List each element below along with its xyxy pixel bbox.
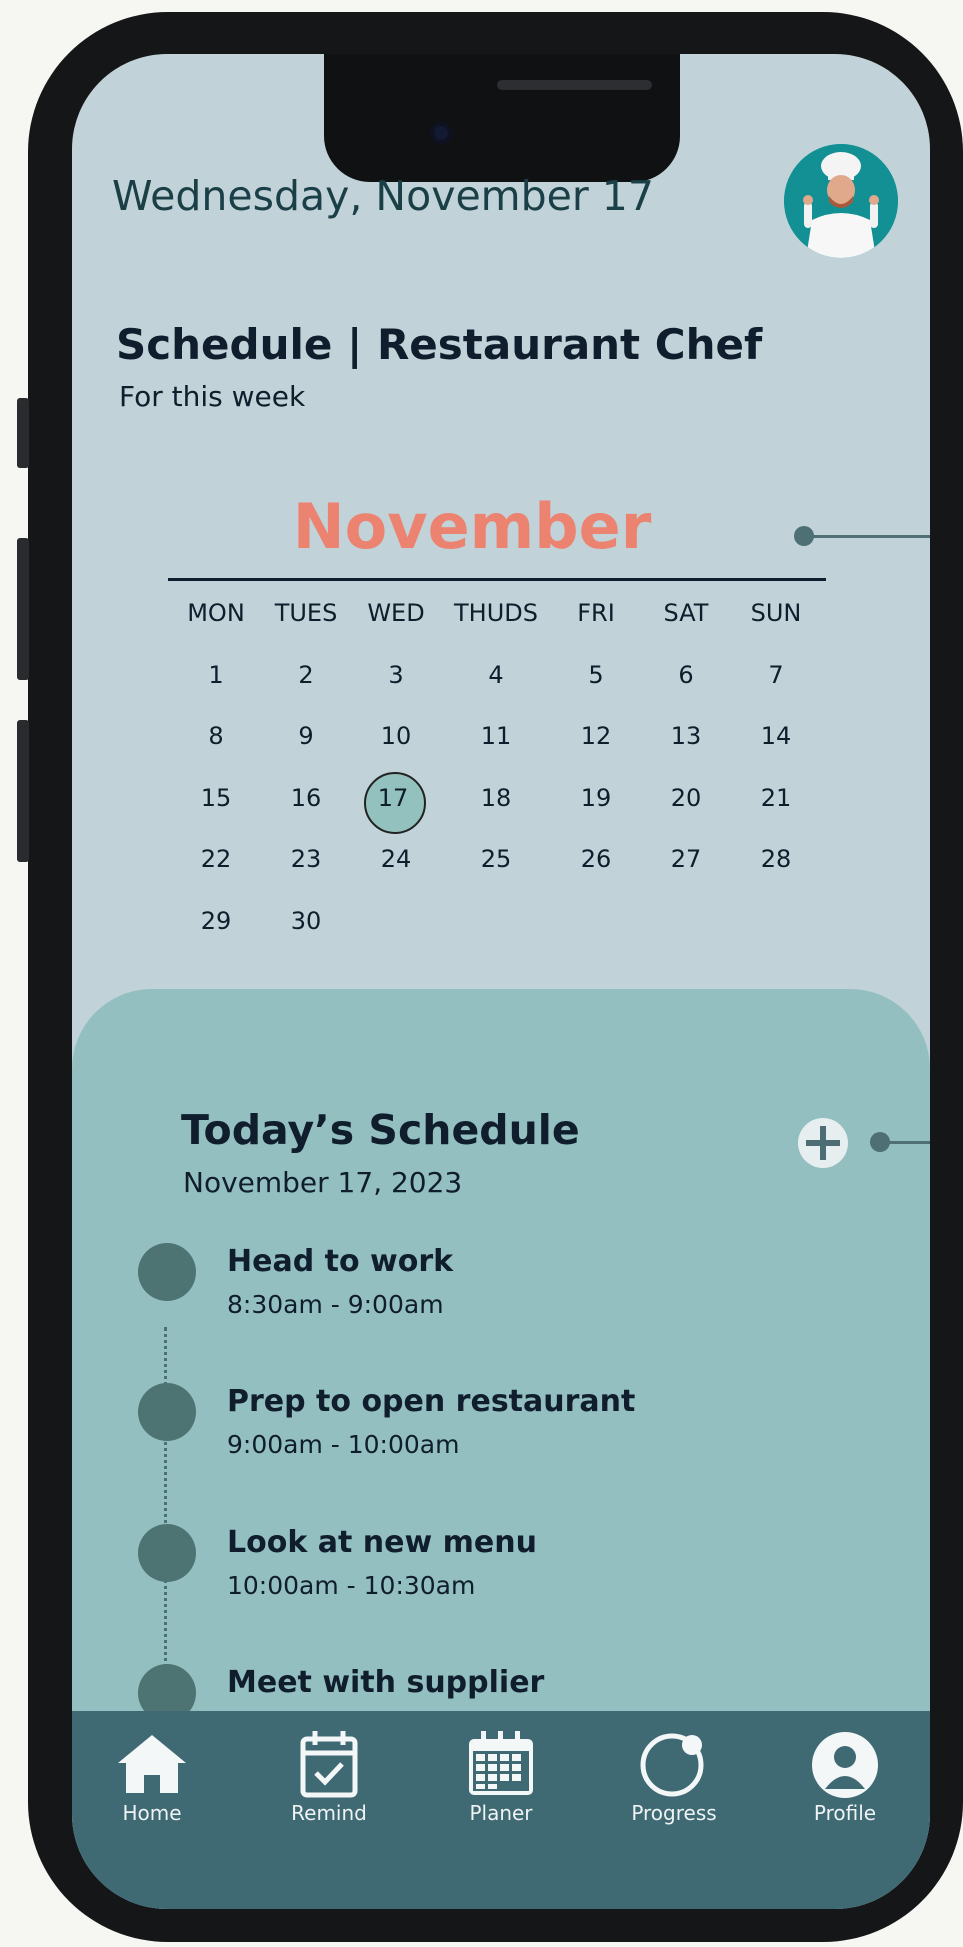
bottom-nav: Home Remind Planer Progress Profile bbox=[72, 1711, 930, 1909]
calendar-day-selected[interactable]: 17 bbox=[338, 784, 448, 812]
calendar-day[interactable]: 24 bbox=[341, 845, 451, 873]
weekday-wed: WED bbox=[367, 599, 425, 627]
home-icon bbox=[118, 1735, 186, 1793]
volume-up-button bbox=[17, 538, 29, 680]
timeline-marker bbox=[138, 1524, 196, 1582]
schedule-item-title[interactable]: Look at new menu bbox=[227, 1525, 537, 1560]
calendar-day[interactable]: 21 bbox=[721, 784, 831, 812]
schedule-item-title[interactable]: Meet with supplier bbox=[227, 1665, 544, 1700]
calendar-day[interactable]: 14 bbox=[721, 722, 831, 750]
nav-profile-label: Profile bbox=[813, 1801, 877, 1825]
nav-remind[interactable]: Remind bbox=[259, 1727, 399, 1825]
nav-home-label: Home bbox=[122, 1801, 182, 1825]
calendar-day[interactable]: 28 bbox=[721, 845, 831, 873]
current-date: Wednesday, November 17 bbox=[112, 172, 654, 220]
nav-progress[interactable]: Progress bbox=[604, 1727, 744, 1825]
month-divider bbox=[168, 578, 826, 581]
calendar-day[interactable]: 7 bbox=[721, 661, 831, 689]
calendar-day[interactable]: 18 bbox=[441, 784, 551, 812]
month-label[interactable]: November bbox=[272, 490, 672, 563]
nav-home[interactable]: Home bbox=[82, 1727, 222, 1825]
calendar-day[interactable]: 11 bbox=[441, 722, 551, 750]
schedule-item-title[interactable]: Prep to open restaurant bbox=[227, 1384, 635, 1419]
todays-schedule-title: Today’s Schedule bbox=[181, 1106, 580, 1154]
calendar-check-icon bbox=[300, 1731, 358, 1798]
calendar-day[interactable]: 30 bbox=[251, 907, 361, 935]
nav-planer[interactable]: Planer bbox=[431, 1727, 571, 1825]
notch bbox=[324, 54, 680, 182]
nav-planer-label: Planer bbox=[469, 1801, 533, 1825]
user-icon bbox=[812, 1732, 878, 1798]
calendar-day[interactable]: 25 bbox=[441, 845, 551, 873]
calendar-day[interactable]: 3 bbox=[341, 661, 451, 689]
camera-icon bbox=[430, 122, 452, 144]
chef-avatar-icon bbox=[784, 144, 898, 258]
nav-remind-label: Remind bbox=[291, 1801, 367, 1825]
nav-progress-label: Progress bbox=[631, 1801, 717, 1825]
schedule-item-title[interactable]: Head to work bbox=[227, 1244, 453, 1279]
page-title: Schedule | Restaurant Chef bbox=[116, 320, 763, 369]
avatar[interactable] bbox=[784, 144, 898, 258]
timeline-marker bbox=[138, 1383, 196, 1441]
calendar-day[interactable]: 10 bbox=[341, 722, 451, 750]
page-subtitle: For this week bbox=[119, 380, 306, 413]
screen: Wednesday, November 17 Schedule | Restau… bbox=[72, 54, 930, 1909]
schedule-item-time: 10:00am - 10:30am bbox=[227, 1571, 476, 1600]
weekday-thu: THUDS bbox=[454, 599, 538, 627]
todays-schedule-date: November 17, 2023 bbox=[183, 1166, 463, 1199]
timeline-marker bbox=[138, 1243, 196, 1301]
calendar-day[interactable]: 4 bbox=[441, 661, 551, 689]
mute-switch bbox=[17, 398, 29, 468]
add-event-button[interactable] bbox=[798, 1118, 848, 1168]
schedule-item-time: 9:00am - 10:00am bbox=[227, 1430, 460, 1459]
annotation-line bbox=[880, 1141, 930, 1144]
calendar-grid-icon bbox=[469, 1731, 533, 1795]
schedule-item-time: 8:30am - 9:00am bbox=[227, 1290, 444, 1319]
speaker bbox=[497, 80, 652, 90]
nav-profile[interactable]: Profile bbox=[775, 1727, 915, 1825]
progress-ring-icon bbox=[640, 1733, 704, 1797]
annotation-line bbox=[804, 535, 930, 538]
weekday-sun: SUN bbox=[750, 599, 802, 627]
volume-down-button bbox=[17, 720, 29, 862]
